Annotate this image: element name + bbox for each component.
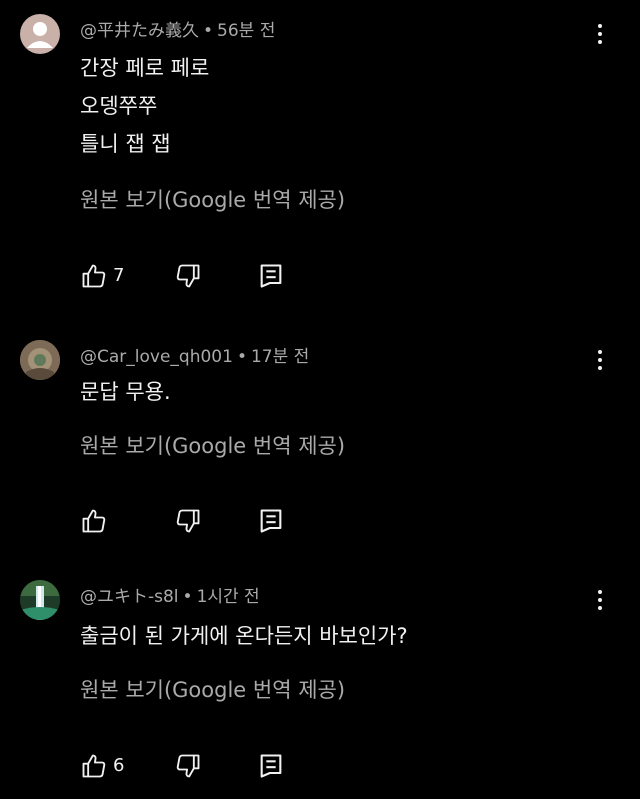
reply-icon[interactable]	[258, 752, 284, 784]
comment-text-line: 출금이 된 가게에 온다든지 바보인가?	[80, 624, 408, 648]
avatar[interactable]	[20, 580, 60, 620]
avatar-photo	[20, 580, 60, 620]
comment-text-line: 문답 무용.	[80, 380, 171, 404]
comment-actions: 6	[80, 752, 300, 782]
like-count: 6	[113, 755, 125, 776]
thumbs-down-icon[interactable]	[174, 752, 202, 784]
meta-separator: •	[182, 587, 193, 607]
meta-separator: •	[203, 21, 214, 41]
reply-icon[interactable]	[258, 507, 284, 539]
avatar-photo	[20, 340, 60, 380]
reply-icon[interactable]	[258, 262, 284, 294]
comment-actions: 7	[80, 262, 300, 292]
thumbs-down-icon[interactable]	[174, 507, 202, 539]
person-icon	[27, 22, 53, 48]
more-vert-icon[interactable]	[592, 20, 608, 48]
comment-time: 56분 전	[217, 21, 276, 41]
like-count: 7	[113, 265, 125, 286]
comment-actions	[80, 507, 300, 537]
avatar[interactable]	[20, 14, 60, 54]
author-name[interactable]: @平井たみ義久	[80, 21, 199, 41]
comment: @平井たみ義久 • 56분 전 간장 페로 페로 오뎅쭈쭈 틀니 잽 잽 원본 보기…	[0, 0, 640, 300]
meta-separator: •	[236, 347, 247, 367]
comment-text-line: 틀니 잽 잽	[80, 132, 171, 156]
thumbs-up-icon[interactable]	[80, 752, 108, 784]
comment-meta: @平井たみ義久 • 56분 전	[80, 16, 275, 41]
comment-time: 1시간 전	[196, 587, 260, 607]
more-vert-icon[interactable]	[592, 346, 608, 374]
see-original-link[interactable]: 원본 보기(Google 번역 제공)	[80, 184, 345, 214]
thumbs-down-icon[interactable]	[174, 262, 202, 294]
comment-meta: @ユキト-s8l • 1시간 전	[80, 582, 260, 607]
comment-time: 17분 전	[250, 347, 310, 367]
thumbs-up-icon[interactable]	[80, 262, 108, 294]
comment-text-line: 오뎅쭈쭈	[80, 94, 158, 118]
more-vert-icon[interactable]	[592, 586, 608, 614]
author-name[interactable]: @ユキト-s8l	[80, 587, 179, 607]
comment-text-line: 간장 페로 페로	[80, 56, 210, 80]
see-original-link[interactable]: 원본 보기(Google 번역 제공)	[80, 674, 345, 704]
avatar[interactable]	[20, 340, 60, 380]
thumbs-up-icon[interactable]	[80, 507, 108, 539]
comment-meta: @Car_love_qh001 • 17분 전	[80, 342, 309, 367]
see-original-link[interactable]: 원본 보기(Google 번역 제공)	[80, 430, 345, 460]
author-name[interactable]: @Car_love_qh001	[80, 347, 233, 367]
comment: @Car_love_qh001 • 17분 전 문답 무용. 원본 보기(Googl…	[0, 326, 640, 556]
comment: @ユキト-s8l • 1시간 전 출금이 된 가게에 온다든지 바보인가? 원본 보…	[0, 566, 640, 799]
